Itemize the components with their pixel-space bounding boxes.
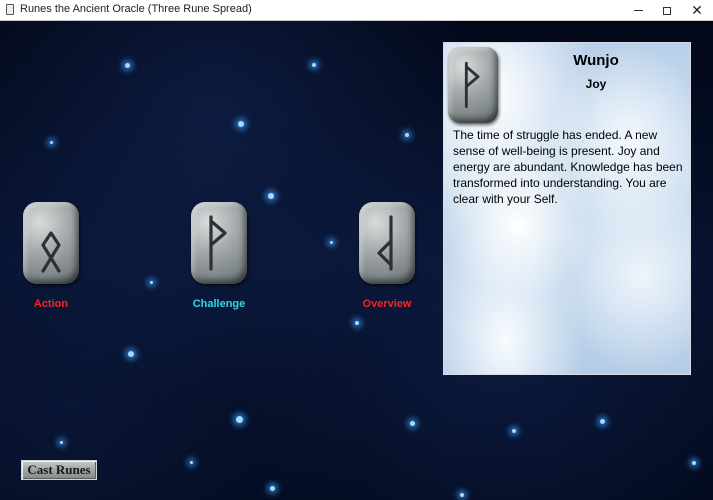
- rune-info-panel: Wunjo Joy The time of struggle has ended…: [443, 42, 691, 375]
- star: [312, 63, 316, 67]
- star: [460, 493, 464, 497]
- maximize-icon: [663, 6, 671, 15]
- minimize-button[interactable]: [623, 0, 653, 20]
- star: [50, 141, 53, 144]
- star: [355, 321, 359, 325]
- rune-stone-action[interactable]: [23, 202, 79, 284]
- star: [150, 281, 153, 284]
- star: [600, 419, 605, 424]
- star: [330, 241, 333, 244]
- position-label-overview: Overview: [362, 298, 412, 310]
- wunjo-rune-icon: [209, 215, 227, 271]
- close-button[interactable]: ✕: [682, 0, 712, 20]
- star: [692, 461, 696, 465]
- star: [125, 63, 130, 68]
- maximize-button[interactable]: [652, 0, 682, 20]
- star: [410, 421, 415, 426]
- title-bar: Runes the Ancient Oracle (Three Rune Spr…: [0, 0, 713, 21]
- rune-stone-overview[interactable]: [359, 202, 415, 284]
- star: [512, 429, 516, 433]
- star: [236, 416, 243, 423]
- rune-description: The time of struggle has ended. A new se…: [453, 128, 683, 206]
- star: [190, 461, 193, 464]
- window-title: Runes the Ancient Oracle (Three Rune Spr…: [20, 3, 252, 15]
- rune-meaning: Joy: [585, 77, 607, 91]
- wunjo-rune-icon: [464, 61, 480, 109]
- star: [128, 351, 134, 357]
- position-label-challenge: Challenge: [192, 298, 246, 310]
- position-label-action: Action: [33, 298, 69, 310]
- star: [268, 193, 274, 199]
- selected-rune-stone: [448, 47, 498, 123]
- minimize-icon: [633, 10, 643, 12]
- rune-name: Wunjo: [573, 52, 619, 69]
- rune-stone-challenge[interactable]: [191, 202, 247, 284]
- star: [270, 486, 275, 491]
- star: [405, 133, 409, 137]
- app-icon: [6, 4, 14, 15]
- cast-runes-button[interactable]: Cast Runes: [21, 460, 97, 480]
- othala-rune-icon: [41, 231, 61, 273]
- star: [238, 121, 244, 127]
- close-icon: ✕: [691, 2, 703, 18]
- reversed-rune-icon: [377, 215, 393, 271]
- star: [60, 441, 63, 444]
